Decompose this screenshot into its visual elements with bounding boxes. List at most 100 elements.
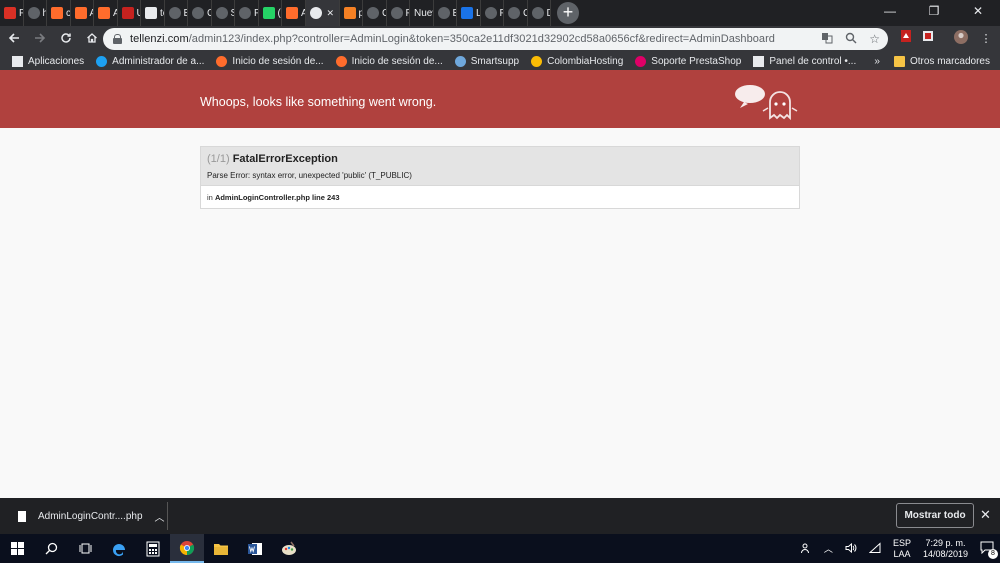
system-tray: ︿ ESP LAA 7:29 p. m. 14/08/2019 8: [794, 534, 1000, 563]
bookmark-item[interactable]: Panel de control •...: [753, 55, 856, 67]
gmail-icon: [4, 7, 16, 19]
chat-icon: [454, 55, 466, 67]
taskbar-file-explorer[interactable]: [204, 534, 238, 563]
cpanel-icon: [51, 7, 63, 19]
taskbar-word[interactable]: [238, 534, 272, 563]
windows-taskbar: ︿ ESP LAA 7:29 p. m. 14/08/2019 8: [0, 534, 1000, 563]
menu-kebab-icon[interactable]: ⋮: [976, 29, 996, 49]
cpanel-icon: [286, 7, 298, 19]
browser-tab[interactable]: Pl: [481, 0, 504, 26]
profile-avatar[interactable]: [951, 29, 971, 49]
chevron-up-icon[interactable]: ︿: [155, 509, 165, 524]
forward-button[interactable]: [28, 27, 52, 51]
browser-tab[interactable]: A: [94, 0, 118, 26]
chevron-up-icon[interactable]: ︿: [824, 542, 833, 555]
download-item[interactable]: AdminLoginContr....php ︿: [8, 502, 168, 530]
bookmark-item[interactable]: Aplicaciones: [12, 55, 84, 67]
browser-tab[interactable]: ht: [24, 0, 47, 26]
star-icon[interactable]: ☆: [869, 32, 880, 46]
exception-title: (1/1) FatalErrorException: [207, 153, 793, 165]
exception-class: FatalErrorException: [232, 153, 338, 165]
bookmark-item[interactable]: Inicio de sesión de...: [335, 55, 443, 67]
home-button[interactable]: [80, 27, 104, 51]
reload-button[interactable]: [54, 27, 78, 51]
browser-tab[interactable]: D: [528, 0, 551, 26]
reload-icon: [61, 33, 71, 43]
browser-tab[interactable]: Nuev: [410, 0, 434, 26]
browser-tab[interactable]: Fr: [0, 0, 24, 26]
bookmark-item[interactable]: ColombiaHosting: [531, 55, 623, 67]
taskbar-edge[interactable]: [102, 534, 136, 563]
tab-label: Nuev: [414, 7, 433, 19]
browser-tab[interactable]: C: [188, 0, 212, 26]
folder-icon: [214, 543, 228, 555]
browser-tab[interactable]: C: [504, 0, 528, 26]
arrow-left-icon: [8, 33, 19, 43]
globe-icon: [309, 7, 322, 19]
taskbar-chrome[interactable]: [170, 534, 204, 563]
people-icon[interactable]: [800, 542, 812, 556]
bookmarks-more-button[interactable]: »: [874, 56, 880, 67]
browser-tab[interactable]: ✕: [305, 0, 340, 26]
browser-tab[interactable]: pl: [340, 0, 363, 26]
show-all-button[interactable]: Mostrar todo: [896, 503, 974, 528]
browser-tab[interactable]: Li: [457, 0, 481, 26]
notification-center-button[interactable]: 8: [980, 541, 998, 559]
browser-tab[interactable]: (1: [259, 0, 282, 26]
browser-tab[interactable]: C: [363, 0, 387, 26]
maximize-button[interactable]: ❐: [912, 0, 956, 22]
taskbar-paint[interactable]: [272, 534, 306, 563]
error-banner: Whoops, looks like something went wrong.: [0, 70, 1000, 128]
lock-icon: [113, 34, 122, 44]
bookmark-item[interactable]: Soporte PrestaShop: [635, 55, 741, 67]
page-content: Whoops, looks like something went wrong.…: [0, 70, 1000, 498]
zoom-icon[interactable]: [845, 32, 857, 47]
input-language[interactable]: ESP LAA: [893, 538, 911, 560]
paint-icon: [282, 541, 296, 555]
minimize-button[interactable]: —: [868, 0, 912, 22]
folder-icon: [893, 55, 905, 67]
address-bar[interactable]: tellenzi.com/admin123/index.php?controll…: [103, 28, 888, 50]
bookmark-item[interactable]: Administrador de a...: [96, 55, 204, 67]
prestashop-icon: [437, 7, 450, 19]
browser-tab[interactable]: Sc: [212, 0, 235, 26]
other-bookmarks[interactable]: Otros marcadores: [893, 55, 990, 67]
browser-tab[interactable]: cP: [47, 0, 71, 26]
extension-icon[interactable]: [918, 29, 938, 49]
close-button[interactable]: ✕: [956, 0, 1000, 22]
bookmark-item[interactable]: Smartsupp: [454, 55, 519, 67]
search-icon: [45, 542, 57, 555]
tab-strip: FrhtcPAAUteErCScPl(1A✕plCPrNuevErLiPlCD+…: [0, 0, 1000, 26]
word-icon: [248, 542, 262, 555]
browser-tab[interactable]: A: [71, 0, 94, 26]
new-tab-button[interactable]: +: [557, 2, 579, 24]
exception-panel: (1/1) FatalErrorException Parse Error: s…: [200, 146, 800, 209]
search-button[interactable]: [34, 534, 68, 563]
windows-logo-icon: [10, 542, 24, 555]
start-button[interactable]: [0, 534, 34, 563]
close-tab-icon[interactable]: ✕: [327, 8, 335, 19]
volume-icon[interactable]: [845, 542, 857, 556]
task-view-button[interactable]: [68, 534, 102, 563]
bookmark-item[interactable]: Inicio de sesión de...: [216, 55, 324, 67]
bookmarks-bar: Aplicaciones Administrador de a... Inicio …: [0, 52, 1000, 70]
close-download-bar-button[interactable]: ✕: [980, 507, 991, 523]
browser-tab[interactable]: Pl: [235, 0, 259, 26]
browser-tab[interactable]: te: [141, 0, 165, 26]
browser-tab[interactable]: A: [282, 0, 306, 26]
pdf-extension-icon[interactable]: [896, 29, 916, 49]
clock[interactable]: 7:29 p. m. 14/08/2019: [923, 538, 968, 560]
back-button[interactable]: [2, 27, 26, 51]
translate-icon[interactable]: [821, 32, 833, 47]
calculator-icon: [146, 541, 160, 556]
browser-tab[interactable]: Er: [165, 0, 188, 26]
window-controls: — ❐ ✕: [868, 0, 1000, 26]
globe-icon: [484, 7, 497, 19]
browser-tab[interactable]: Er: [434, 0, 457, 26]
browser-tab[interactable]: Pr: [387, 0, 410, 26]
taskbar-calculator[interactable]: [136, 534, 170, 563]
chrome-icon: [179, 540, 195, 555]
twitter-icon: [96, 55, 108, 67]
browser-tab[interactable]: U: [118, 0, 141, 26]
wifi-icon[interactable]: [868, 541, 881, 556]
